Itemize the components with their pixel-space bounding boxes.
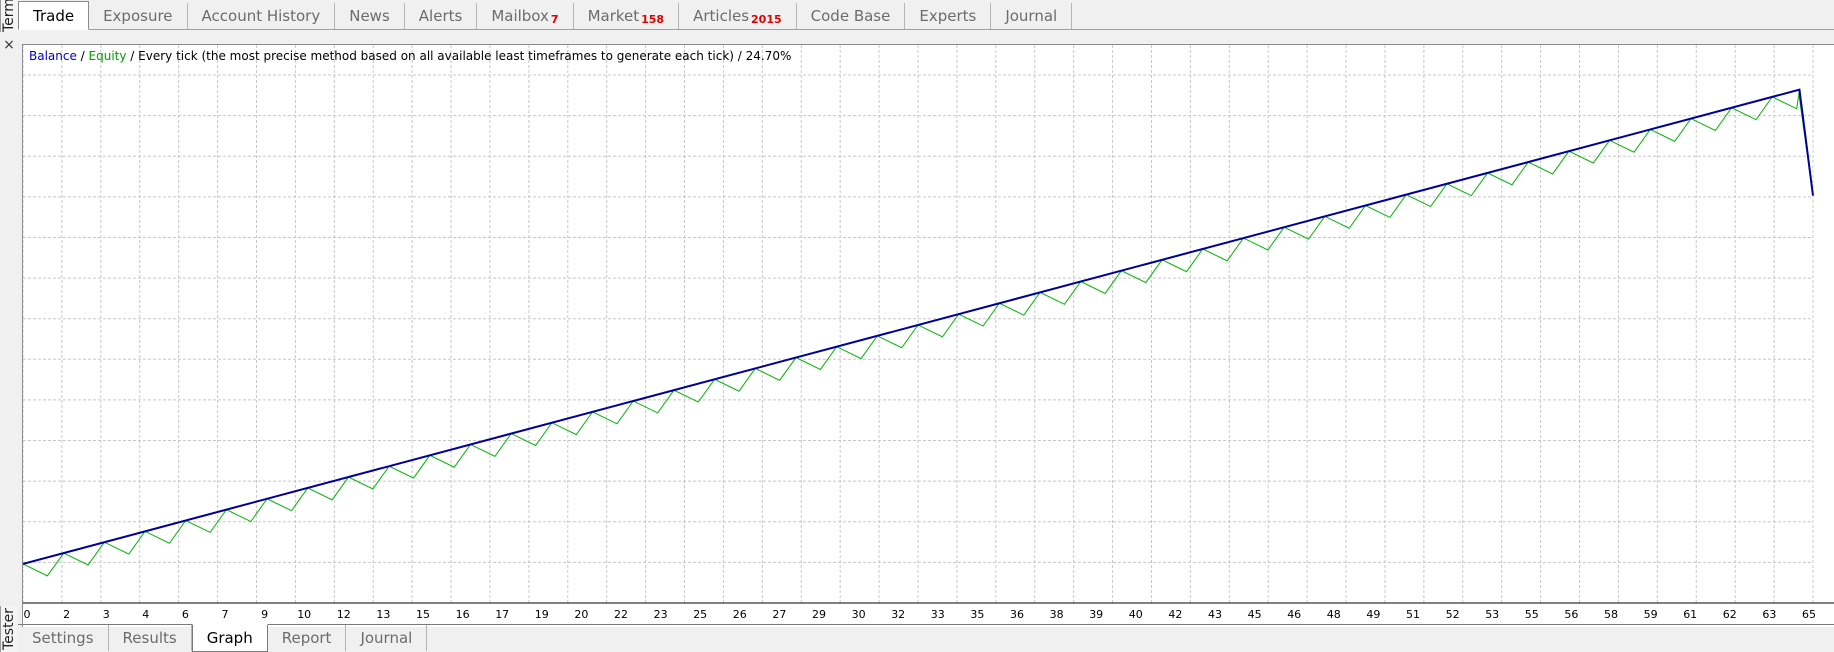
- tab-alerts[interactable]: Alerts: [405, 3, 478, 29]
- x-tick-label: 52: [1446, 608, 1460, 621]
- tab-label: Mailbox: [491, 7, 549, 25]
- x-tick-label: 43: [1208, 608, 1222, 621]
- x-tick-label: 45: [1248, 608, 1262, 621]
- tab-label: Alerts: [418, 7, 463, 25]
- x-tick-label: 33: [931, 608, 945, 621]
- x-tick-label: 15: [416, 608, 430, 621]
- x-tick-label: 61: [1683, 608, 1697, 621]
- x-tick-label: 13: [376, 608, 390, 621]
- tab-news[interactable]: News: [335, 3, 405, 29]
- chart-legend: Balance / Equity / Every tick (the most …: [29, 49, 791, 63]
- x-tick-label: 48: [1327, 608, 1341, 621]
- x-tick-label: 10: [297, 608, 311, 621]
- x-tick-label: 56: [1564, 608, 1578, 621]
- tab-trade[interactable]: Trade: [18, 1, 90, 30]
- tab-label: Experts: [919, 7, 977, 25]
- tab-label: Articles: [693, 7, 750, 25]
- tab-settings[interactable]: Settings: [18, 625, 109, 651]
- tester-side-label[interactable]: Tester: [0, 606, 18, 652]
- x-tick-label: 0: [24, 608, 31, 621]
- x-tick-label: 2: [63, 608, 70, 621]
- x-tick-label: 3: [103, 608, 110, 621]
- x-tick-label: 58: [1604, 608, 1618, 621]
- legend-equity: Equity: [88, 49, 127, 63]
- tab-account-history[interactable]: Account History: [188, 3, 336, 29]
- tab-market[interactable]: Market 158: [574, 3, 680, 29]
- x-tick-label: 20: [574, 608, 588, 621]
- x-tick-label: 27: [772, 608, 786, 621]
- x-tick-label: 9: [261, 608, 268, 621]
- chart-canvas: 0 2 3 4 6 7 9 10 12 13 15 16 17 19 20 22 23 25 26 27 29 30 32 3…: [23, 45, 1834, 621]
- x-tick-label: 49: [1366, 608, 1380, 621]
- x-tick-label: 63: [1762, 608, 1776, 621]
- market-count-badge: 158: [641, 12, 665, 26]
- x-tick-label: 59: [1644, 608, 1658, 621]
- articles-count-badge: 2015: [751, 12, 782, 26]
- terminal-tab-bar: Trade Exposure Account History News Aler…: [18, 0, 1834, 30]
- x-tick-label: 17: [495, 608, 509, 621]
- tab-label: Report: [281, 629, 332, 647]
- close-icon[interactable]: ×: [2, 38, 16, 52]
- x-tick-label: 22: [614, 608, 628, 621]
- tab-results[interactable]: Results: [109, 625, 192, 651]
- tab-label: Journal: [360, 629, 413, 647]
- tab-label: Journal: [1005, 7, 1058, 25]
- x-tick-label: 36: [1010, 608, 1024, 621]
- x-tick-label: 42: [1168, 608, 1182, 621]
- tab-mailbox[interactable]: Mailbox 7: [477, 3, 574, 29]
- tab-code-base[interactable]: Code Base: [797, 3, 906, 29]
- x-tick-label: 55: [1525, 608, 1539, 621]
- x-tick-label: 26: [733, 608, 747, 621]
- tab-label: Exposure: [103, 7, 173, 25]
- x-tick-label: 19: [535, 608, 549, 621]
- tab-tester-journal[interactable]: Journal: [346, 625, 428, 651]
- x-tick-label: 7: [222, 608, 229, 621]
- x-tick-label: 35: [970, 608, 984, 621]
- x-tick-label: 4: [142, 608, 149, 621]
- x-tick-label: 39: [1089, 608, 1103, 621]
- x-tick-label: 62: [1723, 608, 1737, 621]
- x-tick-label: 65: [1802, 608, 1816, 621]
- tab-articles[interactable]: Articles 2015: [679, 3, 797, 29]
- tab-exposure[interactable]: Exposure: [89, 3, 188, 29]
- mailbox-count-badge: 7: [550, 12, 559, 26]
- tab-label: News: [349, 7, 390, 25]
- tab-label: Settings: [32, 629, 94, 647]
- tab-graph[interactable]: Graph: [191, 624, 268, 652]
- tab-label: Code Base: [810, 7, 891, 25]
- x-tick-label: 46: [1287, 608, 1301, 621]
- x-tick-label: 32: [891, 608, 905, 621]
- tab-report[interactable]: Report: [268, 625, 347, 651]
- tab-experts[interactable]: Experts: [905, 3, 992, 29]
- x-tick-label: 23: [654, 608, 668, 621]
- x-tick-label: 40: [1129, 608, 1143, 621]
- x-tick-label: 29: [812, 608, 826, 621]
- x-tick-label: 12: [337, 608, 351, 621]
- side-strip: Terminal × Tester: [0, 0, 18, 652]
- legend-balance: Balance: [29, 49, 77, 63]
- x-tick-label: 51: [1406, 608, 1420, 621]
- balance-equity-chart: 0 2 3 4 6 7 9 10 12 13 15 16 17 19 20 22 23 25 26 27 29 30 32 3…: [22, 44, 1834, 627]
- tab-journal[interactable]: Journal: [991, 3, 1073, 29]
- x-tick-label: 38: [1050, 608, 1064, 621]
- tab-label: Market: [587, 7, 640, 25]
- x-tick-label: 25: [693, 608, 707, 621]
- legend-sep: /: [76, 49, 89, 63]
- terminal-side-label[interactable]: Terminal: [0, 0, 18, 32]
- x-tick-label: 30: [852, 608, 866, 621]
- tab-label: Results: [122, 629, 177, 647]
- tab-label: Account History: [201, 7, 321, 25]
- tab-label: Trade: [33, 6, 75, 25]
- x-tick-label: 6: [182, 608, 189, 621]
- tester-tab-bar: Settings Results Graph Report Journal: [18, 624, 1834, 652]
- tab-label: Graph: [206, 629, 253, 647]
- legend-description: / Every tick (the most precise method ba…: [126, 49, 792, 63]
- x-tick-label: 53: [1485, 608, 1499, 621]
- x-tick-label: 16: [456, 608, 470, 621]
